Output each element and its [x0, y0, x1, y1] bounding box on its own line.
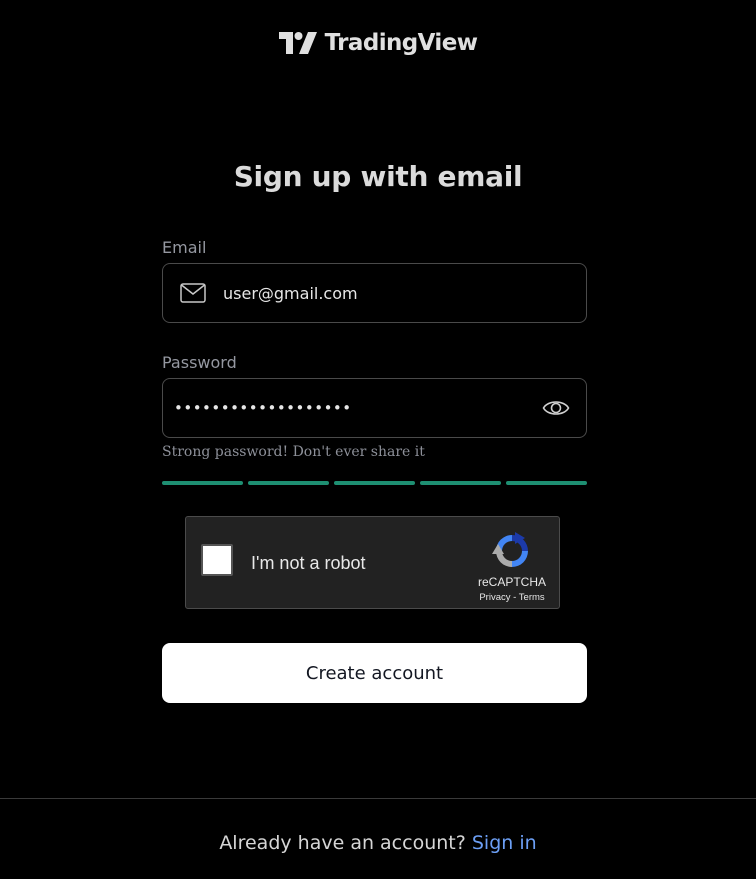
strength-segment	[506, 481, 587, 485]
recaptcha-brand: reCAPTCHA	[477, 575, 546, 589]
recaptcha-terms-link[interactable]: Terms	[519, 592, 545, 603]
email-label: Email	[162, 238, 207, 257]
recaptcha-checkbox[interactable]	[201, 544, 233, 576]
recaptcha-widget: I'm not a robot reCAPTCHA Privacy - Term…	[185, 516, 560, 609]
password-strength-meter	[162, 481, 587, 485]
recaptcha-links: Privacy - Terms	[454, 592, 570, 603]
brand-logo[interactable]: TradingView	[0, 30, 756, 56]
password-field[interactable]: •••••••••••••••••••	[162, 378, 587, 438]
email-value[interactable]: user@gmail.com	[223, 284, 586, 303]
envelope-icon	[180, 283, 206, 303]
tradingview-logo-icon	[278, 32, 317, 54]
recaptcha-logo-icon	[492, 532, 528, 567]
page-title: Sign up with email	[233, 160, 523, 193]
eye-icon[interactable]	[542, 397, 570, 419]
email-field[interactable]: user@gmail.com	[162, 263, 587, 323]
footer: Already have an account? Sign in	[0, 832, 756, 854]
create-account-button[interactable]: Create account	[162, 643, 587, 703]
footer-prompt: Already have an account?	[219, 832, 472, 854]
password-value[interactable]: •••••••••••••••••••	[174, 399, 542, 417]
footer-divider	[0, 798, 756, 799]
recaptcha-label: I'm not a robot	[251, 553, 366, 573]
strength-segment	[248, 481, 329, 485]
password-strength-hint: Strong password! Don't ever share it	[162, 444, 425, 460]
password-label: Password	[162, 353, 237, 372]
recaptcha-link-separator: -	[510, 592, 519, 603]
brand-name: TradingView	[324, 30, 478, 56]
strength-segment	[420, 481, 501, 485]
strength-segment	[334, 481, 415, 485]
strength-segment	[162, 481, 243, 485]
recaptcha-privacy-link[interactable]: Privacy	[479, 592, 510, 603]
sign-in-link[interactable]: Sign in	[472, 832, 537, 854]
